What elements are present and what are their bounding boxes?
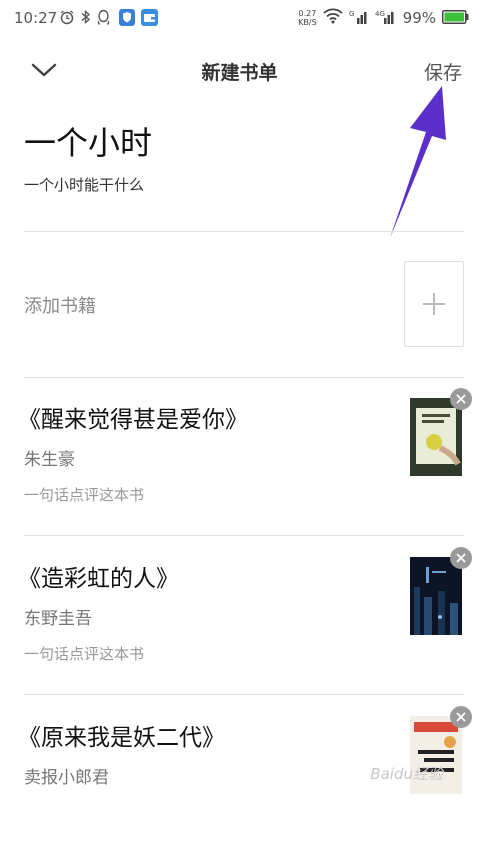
remove-book-button[interactable]: [450, 388, 472, 410]
page-title: 新建书单: [201, 62, 278, 84]
alarm-icon: [59, 9, 75, 29]
battery-icon: [442, 9, 469, 28]
svg-text:4G: 4G: [375, 10, 385, 18]
booklist-name[interactable]: 一个小时: [24, 118, 152, 164]
remove-book-button[interactable]: [450, 706, 472, 728]
add-book-button[interactable]: [404, 261, 464, 347]
wifi-icon: [323, 8, 343, 28]
plus-icon-vertical: [433, 293, 435, 315]
save-button[interactable]: 保存: [424, 58, 462, 85]
signal-icon: G: [349, 8, 369, 28]
book-title: 《原来我是妖二代》: [18, 725, 225, 751]
divider: [24, 694, 464, 695]
book-author: 朱生豪: [24, 450, 75, 470]
book-title: 《造彩虹的人》: [18, 566, 179, 592]
book-title: 《醒来觉得甚是爱你》: [18, 407, 248, 433]
status-right-group: 0.27 KB/S G 4G 99%: [298, 6, 469, 30]
watermark: Baidu经验: [370, 765, 443, 783]
signal-4g-icon: 4G: [375, 8, 397, 28]
annotation-arrow: [380, 82, 460, 246]
booklist-description[interactable]: 一个小时能干什么: [24, 174, 144, 195]
net-speed-value: 0.27: [298, 9, 317, 18]
book-cover: [410, 557, 462, 635]
wallet-app-icon: [141, 9, 158, 30]
net-speed: 0.27 KB/S: [298, 9, 317, 27]
divider: [24, 231, 464, 232]
book-item: 《造彩虹的人》 东野圭吾 一句话点评这本书: [0, 537, 479, 695]
bluetooth-icon: [80, 9, 92, 29]
book-author: 东野圭吾: [24, 609, 92, 629]
battery-percent: 99%: [402, 9, 436, 27]
svg-text:G: G: [349, 10, 354, 18]
book-cover: [410, 398, 462, 476]
remove-book-button[interactable]: [450, 547, 472, 569]
close-icon: [456, 712, 466, 722]
close-icon: [456, 394, 466, 404]
divider: [24, 535, 464, 536]
book-comment-input[interactable]: 一句话点评这本书: [24, 484, 144, 505]
book-comment-input[interactable]: 一句话点评这本书: [24, 643, 144, 664]
add-book-label: 添加书籍: [24, 296, 96, 317]
close-icon: [456, 553, 466, 563]
status-bar: 10:27 0.27 KB/S G 4G 99%: [0, 0, 479, 36]
security-app-icon: [119, 9, 135, 30]
status-time: 10:27: [14, 9, 58, 27]
book-item: 《醒来觉得甚是爱你》 朱生豪 一句话点评这本书: [0, 378, 479, 536]
qq-icon: [96, 9, 111, 30]
book-author: 卖报小郎君: [24, 768, 109, 788]
net-speed-unit: KB/S: [298, 18, 317, 27]
